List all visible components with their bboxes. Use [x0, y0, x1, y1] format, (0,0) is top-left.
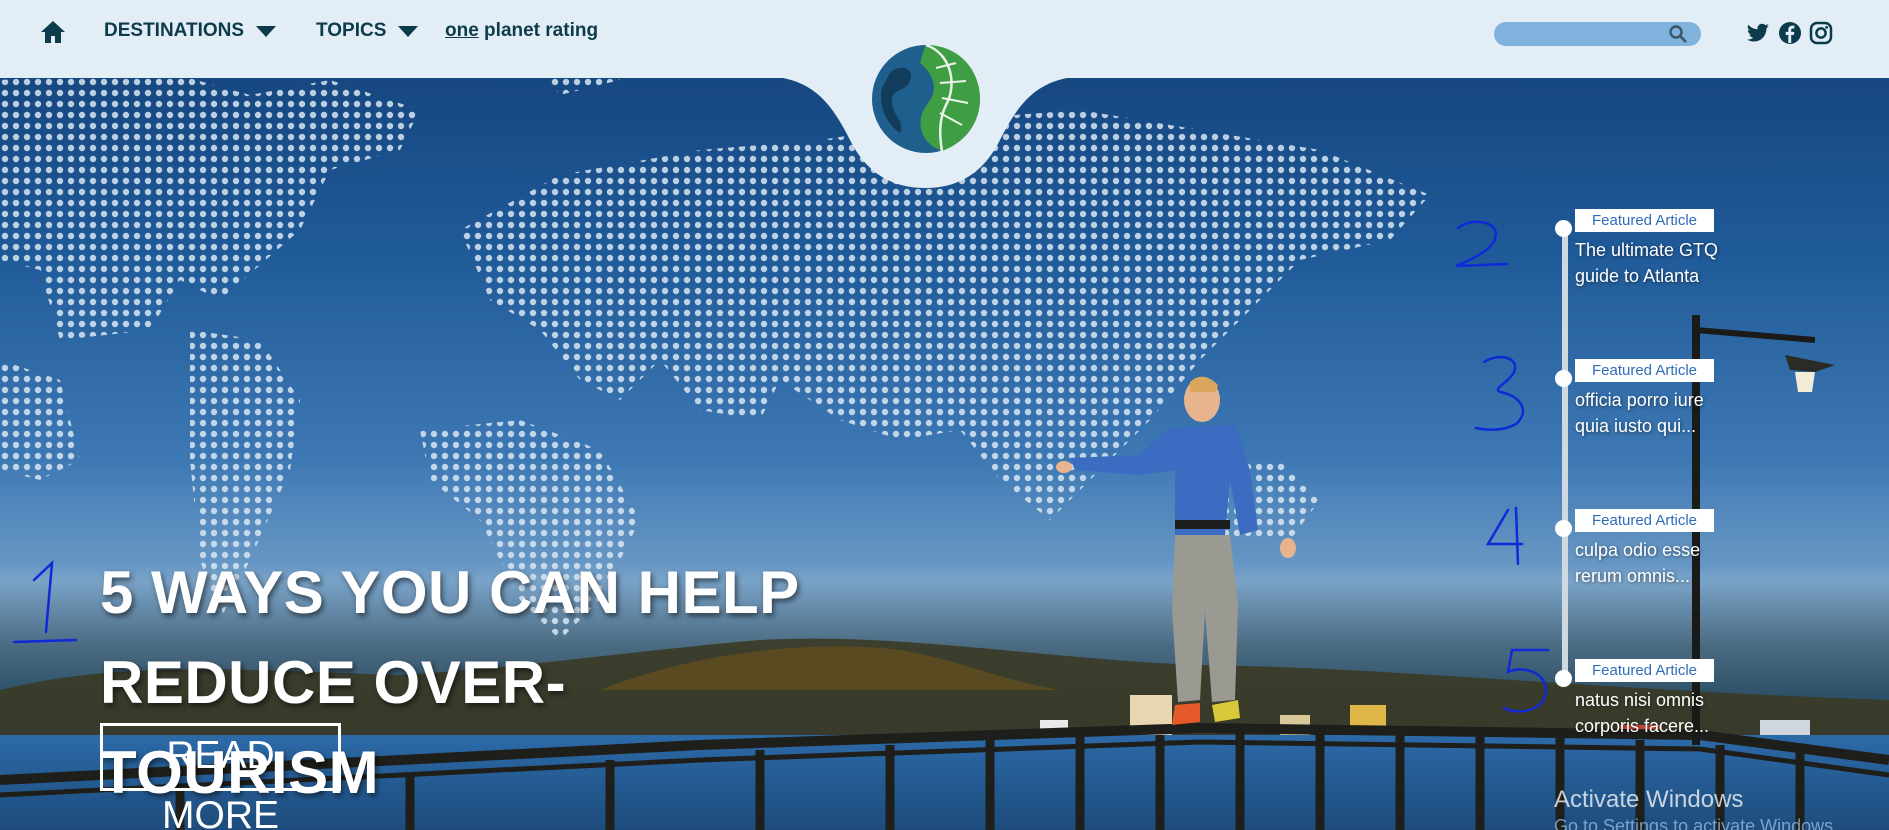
nav-one-planet-rating[interactable]: one planet rating: [445, 20, 598, 42]
timeline-dot: [1555, 520, 1572, 537]
featured-article-title: natus nisi omnis corporis facere...: [1575, 690, 1710, 736]
rating-label: planet rating: [478, 20, 599, 41]
featured-badge: Featured Article: [1575, 209, 1714, 232]
caret-down-icon: [256, 25, 277, 37]
read-more-button[interactable]: READ MORE: [100, 723, 341, 830]
timeline-dot: [1555, 670, 1572, 687]
featured-badge: Featured Article: [1575, 659, 1714, 682]
featured-badge: Featured Article: [1575, 359, 1714, 382]
featured-article-title: The ultimate GTQ guide to Atlanta: [1575, 240, 1719, 286]
rating-prefix: one: [445, 20, 479, 41]
featured-badge: Featured Article: [1575, 509, 1714, 532]
caret-down-icon: [398, 25, 419, 37]
timeline-dot: [1555, 220, 1572, 237]
twitter-icon[interactable]: [1746, 21, 1771, 45]
featured-article-title: officia porro iure quia iusto qui...: [1575, 390, 1704, 436]
activate-windows-watermark: Activate Windows: [1554, 786, 1744, 813]
featured-article-title: culpa odio esse rerum omnis...: [1575, 540, 1701, 586]
facebook-icon[interactable]: [1778, 21, 1802, 45]
search-icon[interactable]: [1668, 24, 1688, 44]
timeline-dot: [1555, 370, 1572, 387]
nav-destinations[interactable]: DESTINATIONS: [104, 20, 277, 42]
headline-line-1: 5 WAYS YOU CAN HELP: [100, 559, 800, 626]
nav-topics[interactable]: TOPICS: [316, 20, 419, 42]
instagram-icon[interactable]: [1809, 21, 1833, 45]
nav-topics-label: TOPICS: [316, 20, 387, 41]
nav-destinations-label: DESTINATIONS: [104, 20, 245, 41]
activate-windows-subtitle: Go to Settings to activate Windows.: [1554, 816, 1839, 830]
home-icon[interactable]: [40, 20, 66, 44]
featured-timeline-track: [1562, 228, 1568, 680]
leaf-globe-logo[interactable]: [870, 43, 982, 155]
